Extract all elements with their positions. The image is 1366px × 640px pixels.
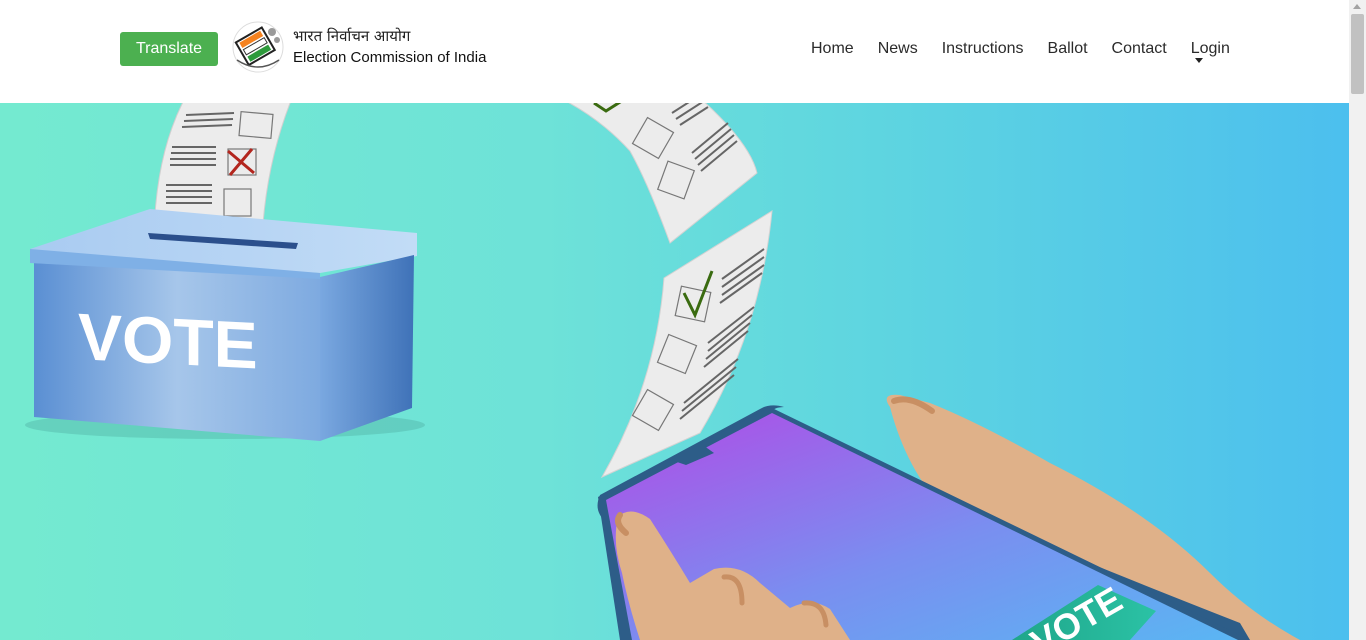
ballot-box: VOTE xyxy=(25,209,425,441)
eci-logo-icon xyxy=(232,21,284,73)
logo-text: भारत निर्वाचन आयोग Election Commission o… xyxy=(293,26,486,68)
nav-login[interactable]: Login xyxy=(1190,38,1230,63)
translate-button[interactable]: Translate xyxy=(120,32,218,66)
logo[interactable]: भारत निर्वाचन आयोग Election Commission o… xyxy=(231,20,486,74)
nav-instructions[interactable]: Instructions xyxy=(942,38,1024,60)
caret-down-icon xyxy=(1194,58,1203,63)
hero-illustration: VOTE VOTE xyxy=(25,103,1300,640)
main-nav: Home News Instructions Ballot Contact Lo… xyxy=(811,38,1230,63)
nav-news[interactable]: News xyxy=(878,38,918,60)
logo-english-text: Election Commission of India xyxy=(293,49,487,66)
vertical-scrollbar[interactable] xyxy=(1349,0,1366,640)
logo-hindi-text: भारत निर्वाचन आयोग xyxy=(293,27,411,45)
nav-login-label: Login xyxy=(1190,40,1230,57)
ballot-box-label: VOTE xyxy=(78,299,258,382)
nav-contact[interactable]: Contact xyxy=(1112,38,1167,60)
nav-ballot[interactable]: Ballot xyxy=(1048,38,1088,60)
page: Translate भारत निर्वाचन आयोग Election Co… xyxy=(0,0,1366,640)
nav-home[interactable]: Home xyxy=(811,38,854,60)
hero-banner: VOTE VOTE xyxy=(0,103,1349,640)
site-header: Translate भारत निर्वाचन आयोग Election Co… xyxy=(0,0,1349,103)
scroll-up-arrow-icon[interactable] xyxy=(1353,4,1361,9)
scrollbar-thumb[interactable] xyxy=(1351,14,1364,94)
flying-ballot-top xyxy=(568,103,758,244)
